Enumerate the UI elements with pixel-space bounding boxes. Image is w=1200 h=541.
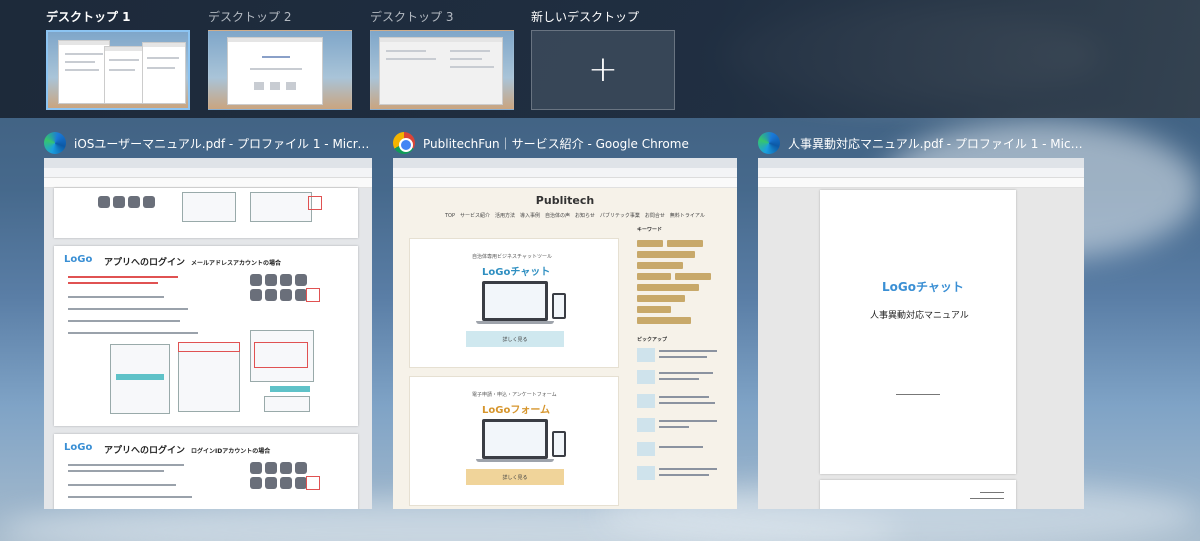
virtual-desktop-bar: デスクトップ 1 デスクトップ 2 デスクトップ 3 新しいデスクトップ + [0, 0, 1200, 118]
desktop-1-label: デスクトップ 1 [46, 10, 131, 24]
pdf-logo: LoGo [64, 254, 93, 265]
product-card-form[interactable]: 電子申請・申込・アンケートフォーム LoGoフォーム 詳しく見る [409, 376, 619, 506]
sidebar-keyword-heading: キーワード [637, 227, 663, 233]
card-subtitle: 電子申請・申込・アンケートフォーム [472, 392, 557, 398]
window-title: 人事異動対応マニュアル.pdf - プロファイル 1 - Micros... [788, 136, 1084, 151]
desktop-1-thumbnail[interactable] [46, 30, 190, 110]
pdf-logo: LoGo [64, 442, 93, 453]
desktop-2-label: デスクトップ 2 [208, 10, 292, 24]
plus-icon: + [587, 49, 619, 90]
chrome-icon [393, 132, 415, 154]
pdf-logo: LoGoチャット [882, 280, 964, 294]
edge-icon [44, 132, 66, 154]
site-logo: Publitech [535, 194, 595, 207]
desktop-3[interactable]: デスクトップ 3 [370, 8, 514, 110]
card-title: LoGoフォーム [482, 405, 551, 416]
new-desktop[interactable]: 新しいデスクトップ + [531, 8, 675, 110]
new-desktop-label: 新しいデスクトップ [531, 10, 640, 24]
product-card-chat[interactable]: 自治体専用ビジネスチャットツール LoGoチャット 詳しく見る [409, 238, 619, 368]
pdf-page [54, 188, 358, 238]
desktop-2[interactable]: デスクトップ 2 [208, 8, 352, 110]
new-desktop-button[interactable]: + [531, 30, 675, 110]
web-page: Publitech TOP サービス紹介 活用方法 導入事例 自治体の声 お知ら… [393, 188, 737, 509]
pdf-heading: アプリへのログイン メールアドレスアカウントの場合 [104, 258, 282, 268]
desktop-2-thumbnail[interactable] [208, 30, 352, 110]
window-preview[interactable]: LoGo アプリへのログイン メールアドレスアカウントの場合 LoGo アプリへ… [44, 158, 372, 509]
card-title: LoGoチャット [482, 267, 551, 278]
window-title-bar: PublitechFun｜サービス紹介 - Google Chrome [393, 128, 737, 158]
task-window-hr-manual[interactable]: 人事異動対応マニュアル.pdf - プロファイル 1 - Micros... L… [758, 128, 1084, 509]
pdf-page: LoGo アプリへのログイン ログインIDアカウントの場合 [54, 434, 358, 509]
card-subtitle: 自治体専用ビジネスチャットツール [472, 254, 552, 260]
window-title-bar: 人事異動対応マニュアル.pdf - プロファイル 1 - Micros... [758, 128, 1084, 158]
pdf-heading: アプリへのログイン ログインIDアカウントの場合 [104, 446, 271, 456]
window-preview[interactable]: Publitech TOP サービス紹介 活用方法 導入事例 自治体の声 お知ら… [393, 158, 737, 509]
pdf-page: LoGoチャット 人事異動対応マニュアル [820, 190, 1016, 474]
pdf-doc-title: 人事異動対応マニュアル [870, 311, 969, 321]
pdf-viewer: LoGoチャット 人事異動対応マニュアル [758, 188, 1084, 509]
desktop-3-label: デスクトップ 3 [370, 10, 454, 24]
pdf-page: LoGo アプリへのログイン メールアドレスアカウントの場合 [54, 246, 358, 426]
desktop-3-thumbnail[interactable] [370, 30, 514, 110]
pdf-page [820, 480, 1016, 509]
desktop-1[interactable]: デスクトップ 1 [46, 8, 190, 110]
details-button-label: 詳しく見る [502, 336, 528, 343]
window-preview[interactable]: LoGoチャット 人事異動対応マニュアル [758, 158, 1084, 509]
window-title-bar: iOSユーザーマニュアル.pdf - プロファイル 1 - Microsoft.… [44, 128, 372, 158]
site-nav: TOP サービス紹介 活用方法 導入事例 自治体の声 お知らせ パブリテック事業… [445, 213, 705, 219]
details-button[interactable]: 詳しく見る [466, 469, 564, 485]
window-title: PublitechFun｜サービス紹介 - Google Chrome [423, 136, 689, 151]
details-button-label: 詳しく見る [502, 474, 528, 481]
window-title: iOSユーザーマニュアル.pdf - プロファイル 1 - Microsoft.… [74, 136, 372, 151]
details-button[interactable]: 詳しく見る [466, 331, 564, 347]
sidebar-pickup-heading: ピックアップ [637, 337, 668, 343]
pdf-viewer: LoGo アプリへのログイン メールアドレスアカウントの場合 LoGo アプリへ… [44, 188, 372, 509]
task-window-publitech[interactable]: PublitechFun｜サービス紹介 - Google Chrome Publ… [393, 128, 737, 509]
task-window-ios-manual[interactable]: iOSユーザーマニュアル.pdf - プロファイル 1 - Microsoft.… [44, 128, 372, 509]
edge-icon [758, 132, 780, 154]
